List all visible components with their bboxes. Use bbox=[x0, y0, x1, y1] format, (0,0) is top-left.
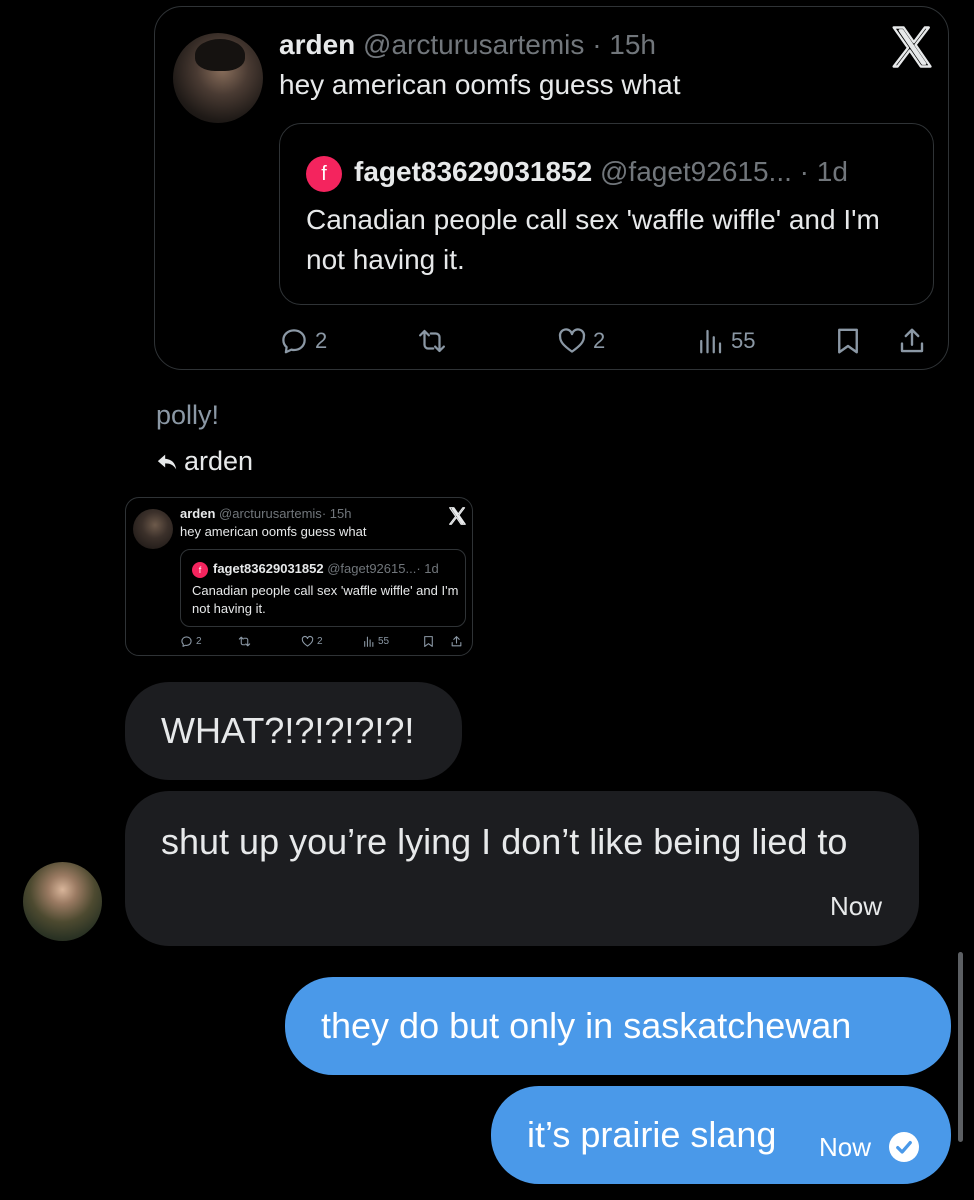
preview-quoted-time: · 1d bbox=[416, 561, 439, 576]
preview-quoted-author-handle: @faget92615... bbox=[327, 561, 417, 576]
message-time: Now bbox=[819, 1132, 872, 1162]
author-avatar[interactable] bbox=[173, 33, 263, 123]
preview-like-count: 2 bbox=[317, 635, 323, 647]
preview-author-avatar bbox=[133, 509, 173, 549]
preview-author-handle: @arcturusartemis bbox=[219, 506, 322, 521]
preview-views-stat: 55 bbox=[362, 634, 389, 648]
message-bubble-incoming[interactable]: shut up you’re lying I don’t like being … bbox=[125, 791, 919, 946]
read-receipt-icon bbox=[889, 1132, 919, 1162]
preview-time: · 15h bbox=[321, 506, 352, 521]
retweet-icon bbox=[419, 329, 445, 353]
message-text: it’s prairie slang bbox=[527, 1114, 777, 1155]
message-text: they do but only in saskatchewan bbox=[321, 1005, 852, 1046]
message-text: WHAT?!?!?!?!?! bbox=[161, 710, 415, 751]
reply-icon bbox=[181, 635, 192, 647]
x-logo-icon bbox=[892, 26, 932, 68]
quoted-author-name: faget83629031852 bbox=[354, 156, 593, 187]
retweet-icon bbox=[238, 636, 251, 646]
preview-quoted-text: Canadian people call sex 'waffle wiffle'… bbox=[192, 583, 459, 616]
views-icon bbox=[700, 329, 722, 354]
preview-quoted-avatar: f bbox=[192, 562, 208, 578]
heart-icon bbox=[301, 635, 314, 647]
tweet-header: arden @arcturusartemis · 15h bbox=[279, 25, 656, 65]
message-bubble-outgoing[interactable]: it’s prairie slang Now bbox=[491, 1086, 951, 1184]
reply-action[interactable]: 2 bbox=[279, 323, 327, 359]
bookmark-icon bbox=[424, 635, 433, 647]
message-text: shut up you’re lying I don’t like being … bbox=[161, 821, 848, 862]
x-logo-icon bbox=[449, 507, 466, 525]
reply-to-name: arden bbox=[184, 446, 254, 476]
reply-count: 2 bbox=[315, 328, 328, 353]
reply-arrow-icon bbox=[157, 454, 177, 469]
heart-icon bbox=[558, 328, 586, 353]
preview-retweet-stat bbox=[238, 634, 251, 648]
reply-icon bbox=[282, 329, 306, 354]
message-time: Now bbox=[829, 891, 882, 921]
views-action[interactable]: 55 bbox=[695, 323, 755, 359]
preview-share-stat bbox=[450, 634, 463, 648]
like-count: 2 bbox=[593, 328, 606, 353]
quoted-tweet[interactable]: f faget83629031852 @faget92615... · 1d C… bbox=[279, 123, 934, 305]
sender-name: polly! bbox=[156, 400, 220, 430]
message-bubble-incoming[interactable]: WHAT?!?!?!?!?! bbox=[125, 682, 462, 780]
preview-view-count: 55 bbox=[378, 635, 390, 647]
preview-quoted-header: faget83629031852 @faget92615...· 1d bbox=[213, 560, 439, 578]
author-handle: @arcturusartemis bbox=[363, 29, 585, 60]
bookmark-action[interactable] bbox=[833, 323, 863, 359]
preview-quoted-author-name: faget83629031852 bbox=[213, 561, 324, 576]
message-bubble-outgoing[interactable]: they do but only in saskatchewan bbox=[285, 977, 951, 1075]
preview-reply-stat: 2 bbox=[180, 634, 202, 648]
share-icon bbox=[451, 635, 462, 646]
replied-tweet-preview[interactable]: arden @arcturusartemis· 15h hey american… bbox=[125, 497, 473, 656]
bookmark-icon bbox=[838, 328, 858, 354]
preview-bookmark-stat bbox=[422, 634, 435, 648]
quoted-text: Canadian people call sex 'waffle wiffle'… bbox=[306, 204, 880, 275]
views-icon bbox=[364, 636, 374, 647]
like-action[interactable]: 2 bbox=[557, 323, 605, 359]
quoted-avatar: f bbox=[306, 156, 342, 192]
shared-tweet-card[interactable]: arden @arcturusartemis · 15h hey america… bbox=[154, 6, 949, 370]
preview-author-name: arden bbox=[180, 506, 216, 521]
preview-like-stat: 2 bbox=[301, 634, 323, 648]
retweet-action[interactable] bbox=[417, 323, 447, 359]
preview-quoted-tweet: f faget83629031852 @faget92615...· 1d Ca… bbox=[180, 549, 466, 627]
author-name: arden bbox=[279, 29, 356, 60]
sender-avatar[interactable] bbox=[23, 862, 102, 941]
share-action[interactable] bbox=[897, 323, 927, 359]
reply-indicator[interactable]: arden bbox=[156, 446, 253, 477]
tweet-text: hey american oomfs guess what bbox=[279, 69, 681, 100]
view-count: 55 bbox=[731, 328, 756, 353]
share-icon bbox=[900, 328, 924, 353]
preview-header: arden @arcturusartemis· 15h bbox=[180, 505, 351, 523]
quoted-author-handle: @faget92615... bbox=[599, 156, 792, 187]
preview-reply-count: 2 bbox=[196, 635, 202, 647]
tweet-time: · 15h bbox=[592, 29, 657, 60]
preview-text: hey american oomfs guess what bbox=[180, 524, 367, 539]
quoted-time: · 1d bbox=[799, 156, 848, 187]
quoted-header: faget83629031852 @faget92615... · 1d bbox=[354, 152, 848, 192]
scrollbar[interactable] bbox=[958, 952, 963, 1142]
